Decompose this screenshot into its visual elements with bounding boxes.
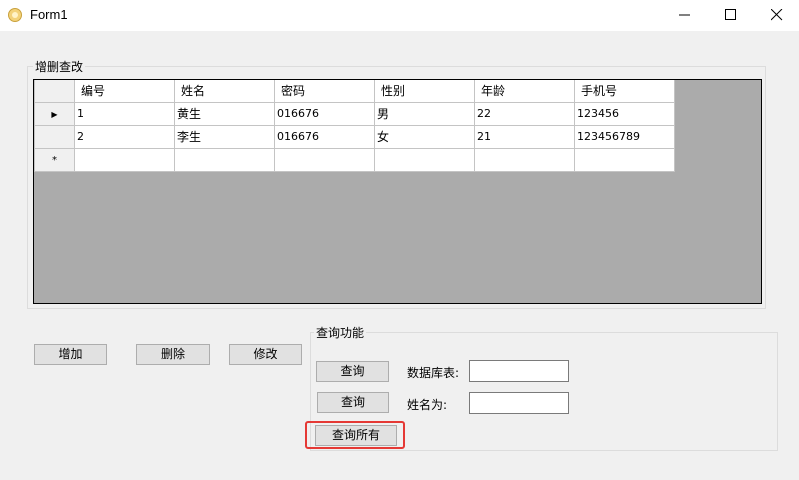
minimize-button[interactable] bbox=[662, 0, 708, 31]
grid-cell[interactable]: 016676 bbox=[274, 101, 375, 126]
app-icon bbox=[8, 8, 22, 22]
grid-cell[interactable] bbox=[374, 147, 475, 172]
edit-button[interactable]: 修改 bbox=[229, 344, 302, 365]
query-button-1[interactable]: 查询 bbox=[316, 361, 389, 382]
grid-cell[interactable]: 22 bbox=[474, 101, 575, 126]
table-row[interactable]: 2 李生 016676 女 21 123456789 bbox=[34, 124, 675, 149]
grid-cell[interactable] bbox=[274, 147, 375, 172]
table-input[interactable] bbox=[469, 360, 569, 382]
name-label: 姓名为: bbox=[407, 398, 448, 412]
delete-button[interactable]: 删除 bbox=[136, 344, 210, 365]
maximize-icon bbox=[725, 9, 736, 20]
column-header[interactable]: 姓名 bbox=[174, 80, 275, 103]
table-row[interactable]: ▶ 1 黄生 016676 男 22 123456 bbox=[34, 101, 675, 126]
row-header-current[interactable]: ▶ bbox=[34, 101, 75, 126]
crud-group-title: 增删查改 bbox=[33, 58, 86, 75]
column-header[interactable]: 密码 bbox=[274, 80, 375, 103]
column-header[interactable]: 年龄 bbox=[474, 80, 575, 103]
grid-cell[interactable]: 016676 bbox=[274, 124, 375, 149]
grid-cell[interactable] bbox=[574, 147, 675, 172]
new-row[interactable]: * bbox=[34, 147, 675, 172]
name-input[interactable] bbox=[469, 392, 569, 414]
column-header[interactable]: 手机号 bbox=[574, 80, 675, 103]
grid-cell[interactable]: 2 bbox=[74, 124, 175, 149]
grid-header-row: 编号 姓名 密码 性别 年龄 手机号 bbox=[34, 80, 675, 103]
grid-table: 编号 姓名 密码 性别 年龄 手机号 ▶ 1 黄生 016676 男 22 12… bbox=[34, 80, 675, 172]
column-header[interactable]: 编号 bbox=[74, 80, 175, 103]
row-header-new[interactable]: * bbox=[34, 147, 75, 172]
add-button[interactable]: 增加 bbox=[34, 344, 107, 365]
column-header[interactable]: 性别 bbox=[374, 80, 475, 103]
row-header[interactable] bbox=[34, 124, 75, 149]
close-icon bbox=[771, 9, 783, 21]
grid-cell[interactable]: 123456 bbox=[574, 101, 675, 126]
title-bar: Form1 bbox=[0, 0, 799, 31]
window-title: Form1 bbox=[30, 7, 68, 22]
data-grid[interactable]: 编号 姓名 密码 性别 年龄 手机号 ▶ 1 黄生 016676 男 22 12… bbox=[33, 79, 762, 304]
query-group-title: 查询功能 bbox=[314, 324, 367, 341]
grid-cell[interactable]: 1 bbox=[74, 101, 175, 126]
minimize-icon bbox=[679, 14, 690, 16]
grid-cell[interactable]: 男 bbox=[374, 101, 475, 126]
grid-corner-cell[interactable] bbox=[34, 80, 75, 103]
grid-cell[interactable] bbox=[174, 147, 275, 172]
grid-cell[interactable]: 123456789 bbox=[574, 124, 675, 149]
grid-cell[interactable] bbox=[74, 147, 175, 172]
grid-cell[interactable]: 21 bbox=[474, 124, 575, 149]
maximize-button[interactable] bbox=[708, 0, 754, 31]
current-row-icon: ▶ bbox=[51, 110, 58, 119]
close-button[interactable] bbox=[754, 0, 799, 31]
grid-cell[interactable]: 女 bbox=[374, 124, 475, 149]
table-label: 数据库表: bbox=[407, 366, 460, 380]
new-row-icon: * bbox=[52, 155, 57, 166]
highlight-box bbox=[305, 421, 405, 449]
grid-cell[interactable] bbox=[474, 147, 575, 172]
grid-cell[interactable]: 黄生 bbox=[174, 101, 275, 126]
query-button-2[interactable]: 查询 bbox=[317, 392, 389, 413]
grid-cell[interactable]: 李生 bbox=[174, 124, 275, 149]
